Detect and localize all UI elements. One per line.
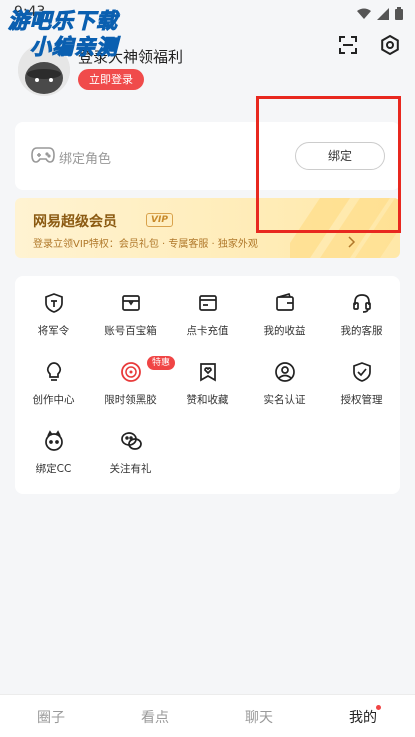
bookmark-heart-icon <box>197 361 219 383</box>
service-label: 点卡充值 <box>186 325 229 337</box>
service-item[interactable]: 将军令 <box>15 276 92 337</box>
service-item[interactable]: 赞和收藏 <box>169 345 246 406</box>
gamepad-icon <box>31 146 55 164</box>
card-recharge-icon <box>197 292 219 314</box>
service-item[interactable]: 我的收益 <box>246 276 323 337</box>
treasure-box-icon <box>120 292 142 314</box>
tab-highlights[interactable]: 看点 <box>125 707 185 727</box>
service-item[interactable]: 点卡充值 <box>169 276 246 337</box>
tab-chat[interactable]: 聊天 <box>229 707 289 727</box>
wifi-icon <box>357 5 371 24</box>
wechat-icon <box>120 430 142 452</box>
tab-mine[interactable]: 我的 <box>333 707 393 727</box>
wallet-icon <box>274 292 296 314</box>
watermark-line2: 小编亲测 <box>30 35 118 60</box>
service-label: 关注有礼 <box>109 463 152 475</box>
vip-description: 登录立领VIP特权：会员礼包 · 专属客服 · 独家外观 <box>33 239 258 250</box>
service-item[interactable]: 关注有礼 <box>92 414 169 475</box>
service-label: 账号百宝箱 <box>104 325 157 337</box>
notification-dot <box>376 705 381 710</box>
vinyl-icon <box>120 361 142 383</box>
service-label: 限时领黑胶 <box>104 394 157 406</box>
service-item[interactable]: 创作中心 <box>15 345 92 406</box>
cc-icon <box>43 430 65 452</box>
service-label: 创作中心 <box>32 394 75 406</box>
bottom-nav: 圈子 看点 聊天 我的 <box>0 694 415 737</box>
service-label: 赞和收藏 <box>186 394 229 406</box>
promo-badge: 特惠 <box>147 356 176 370</box>
service-item[interactable]: 绑定CC <box>15 414 92 475</box>
lightbulb-icon <box>43 361 65 383</box>
service-label: 我的收益 <box>263 325 306 337</box>
services-grid: 将军令 账号百宝箱 点卡充值 我的收益 我的客服 创作中心 限时领黑胶 赞和收藏… <box>15 276 400 494</box>
service-label: 将军令 <box>37 325 70 337</box>
signal-icon <box>377 5 389 24</box>
shield-t-icon <box>43 292 65 314</box>
service-label: 我的客服 <box>340 325 383 337</box>
service-label: 授权管理 <box>340 394 383 406</box>
vip-tag: VIP <box>146 213 173 227</box>
headset-icon <box>351 292 373 314</box>
service-label: 绑定CC <box>35 463 72 475</box>
highlight-annotation <box>256 96 401 233</box>
service-item[interactable]: 限时领黑胶 <box>92 345 169 406</box>
bind-role-label: 绑定角色 <box>59 152 112 167</box>
service-item[interactable]: 实名认证 <box>246 345 323 406</box>
service-item[interactable]: 我的客服 <box>323 276 400 337</box>
settings-icon[interactable] <box>379 34 401 56</box>
vip-title: 网易超级会员 <box>33 214 117 230</box>
service-item[interactable]: 授权管理 <box>323 345 400 406</box>
watermark-line1: 游吧乐下载 <box>8 9 118 34</box>
header-actions <box>337 34 401 56</box>
tab-circle[interactable]: 圈子 <box>21 707 81 727</box>
watermark: 游吧乐下载 小编亲测 <box>8 8 158 60</box>
battery-icon <box>395 5 403 24</box>
shield-check-icon <box>351 361 373 383</box>
status-icons <box>357 5 403 24</box>
user-circle-icon <box>274 361 296 383</box>
service-label: 实名认证 <box>263 394 306 406</box>
chevron-right-icon <box>346 233 356 248</box>
scan-icon[interactable] <box>337 34 359 56</box>
service-item[interactable]: 账号百宝箱 <box>92 276 169 337</box>
login-button[interactable]: 立即登录 <box>78 69 144 90</box>
